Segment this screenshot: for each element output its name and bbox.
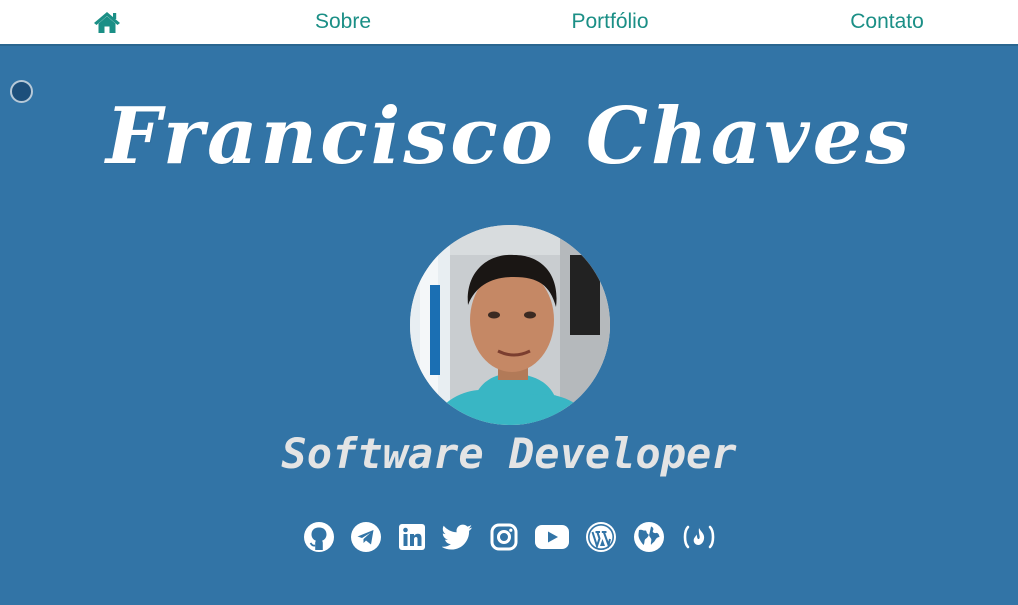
- telegram-icon: [351, 522, 381, 552]
- freecodecamp-link[interactable]: [680, 520, 718, 554]
- youtube-link[interactable]: [533, 520, 571, 554]
- home-icon: [94, 12, 120, 33]
- top-navbar: Sobre Portfólio Contato: [0, 0, 1018, 46]
- wordpress-link[interactable]: [584, 520, 618, 554]
- freecodecamp-icon: [683, 525, 715, 549]
- website-link[interactable]: [632, 520, 666, 554]
- instagram-icon: [490, 523, 518, 551]
- nav-sobre-link[interactable]: Sobre: [298, 0, 388, 44]
- profile-photo: [410, 225, 610, 425]
- profile-photo-illustration: [410, 225, 610, 425]
- instagram-link[interactable]: [487, 520, 521, 554]
- linkedin-link[interactable]: [395, 520, 429, 554]
- github-icon: [304, 522, 334, 552]
- hero-role: Software Developer: [281, 429, 737, 478]
- hero-name: Francisco Chaves: [105, 91, 913, 182]
- twitter-icon: [442, 524, 472, 550]
- twitter-link[interactable]: [441, 520, 475, 554]
- nav-home-link[interactable]: [90, 0, 124, 44]
- nav-portfolio-link[interactable]: Portfólio: [555, 0, 665, 44]
- linkedin-icon: [399, 524, 425, 550]
- globe-icon: [634, 522, 664, 552]
- telegram-link[interactable]: [349, 520, 383, 554]
- social-links: [0, 520, 1018, 556]
- wordpress-icon: [586, 522, 616, 552]
- nav-contato-link[interactable]: Contato: [836, 0, 938, 44]
- youtube-icon: [535, 525, 569, 549]
- github-link[interactable]: [302, 520, 336, 554]
